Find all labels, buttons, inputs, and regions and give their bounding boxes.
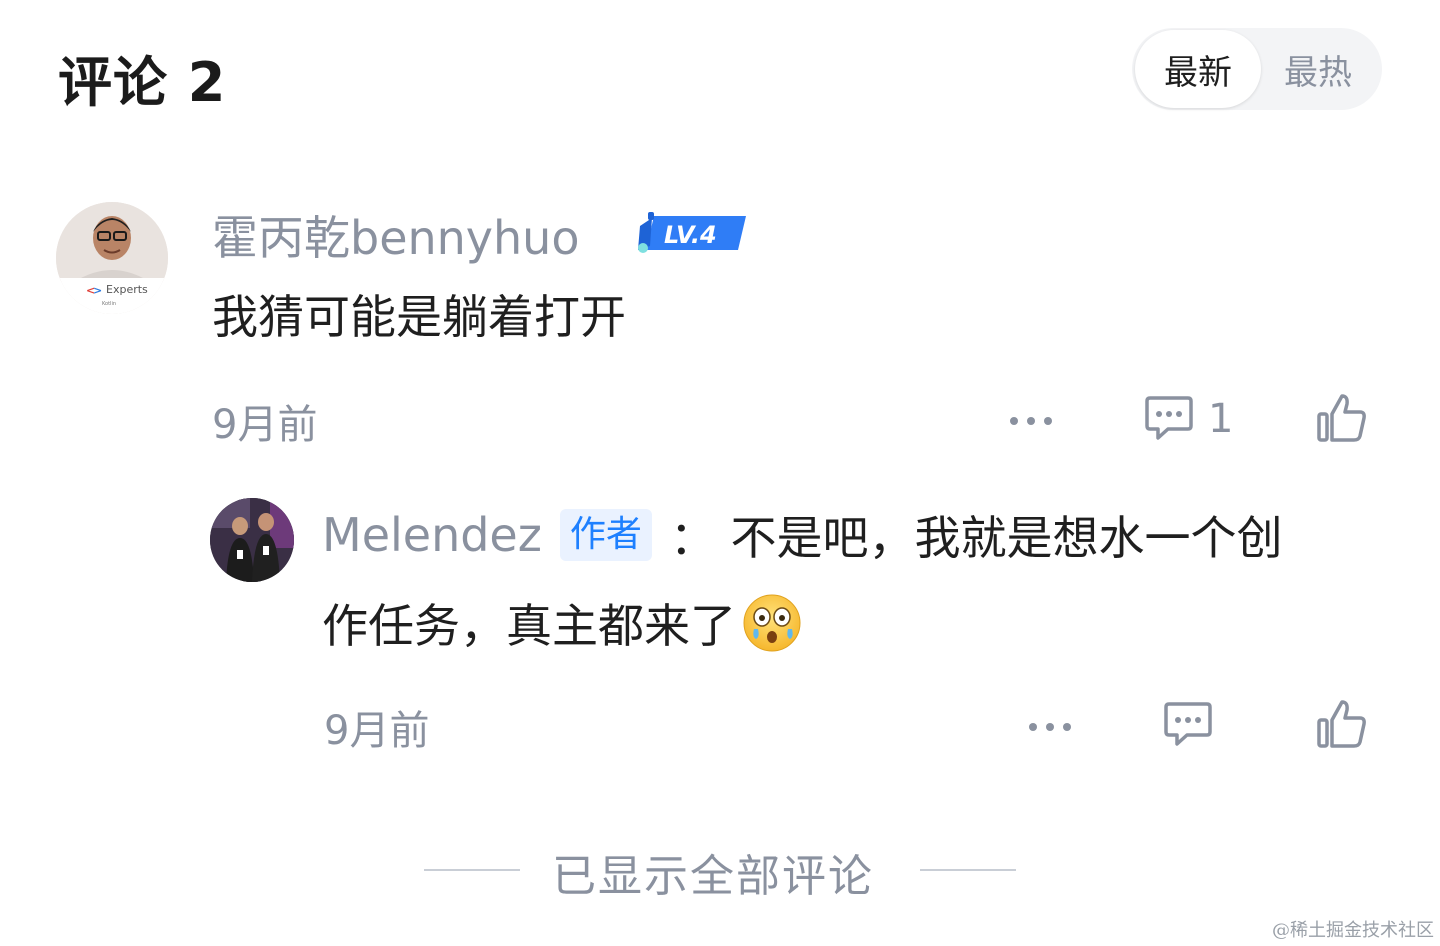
- reply-icon[interactable]: [1144, 394, 1194, 442]
- avatar-label: Experts: [106, 283, 148, 296]
- reply-count: 1: [1208, 396, 1234, 442]
- footer-divider-left: [424, 869, 520, 871]
- reply-text-line2: 作任务，真主都来了: [322, 599, 736, 653]
- reply-header: Melendez 作者 ： 不是吧，我就是想水一个创: [322, 496, 1283, 574]
- comment-username[interactable]: 霍丙乾bennyhuo: [212, 202, 579, 268]
- sort-newest-button[interactable]: 最新: [1135, 30, 1261, 108]
- svg-text:>: >: [93, 284, 102, 297]
- reply-time: 9月前: [324, 708, 430, 754]
- reply-text-wrap: 作任务，真主都来了: [322, 584, 802, 662]
- comments-title: 评论 2: [58, 51, 227, 114]
- watermark: @稀土掘金技术社区: [1272, 920, 1434, 941]
- author-badge: 作者: [559, 509, 652, 561]
- comment-text: 我猜可能是躺着打开: [212, 290, 626, 344]
- crying-emoji-icon: [742, 593, 802, 653]
- like-icon[interactable]: [1316, 698, 1368, 750]
- reply-username[interactable]: Melendez: [322, 508, 542, 562]
- level-text: LV.4: [664, 221, 717, 249]
- avatar-image: < > Kotlin: [56, 202, 168, 314]
- reply-text-line1: ： 不是吧，我就是想水一个创: [669, 511, 1283, 565]
- sort-hottest-button[interactable]: 最热: [1262, 30, 1374, 108]
- all-comments-shown: 已显示全部评论: [552, 851, 874, 902]
- svg-text:Kotlin: Kotlin: [102, 301, 116, 307]
- like-icon[interactable]: [1316, 392, 1368, 444]
- avatar[interactable]: < > Kotlin: [56, 202, 168, 314]
- reply-avatar-image: [210, 498, 294, 582]
- reply-icon[interactable]: [1163, 700, 1213, 748]
- more-icon[interactable]: [1027, 718, 1073, 731]
- level-badge: LV.4: [634, 212, 750, 254]
- more-icon[interactable]: [1008, 412, 1054, 425]
- footer-divider-right: [920, 869, 1016, 871]
- reply-avatar[interactable]: [210, 498, 294, 582]
- level-badge-icon: LV.4: [638, 212, 746, 253]
- comment-time: 9月前: [212, 402, 318, 448]
